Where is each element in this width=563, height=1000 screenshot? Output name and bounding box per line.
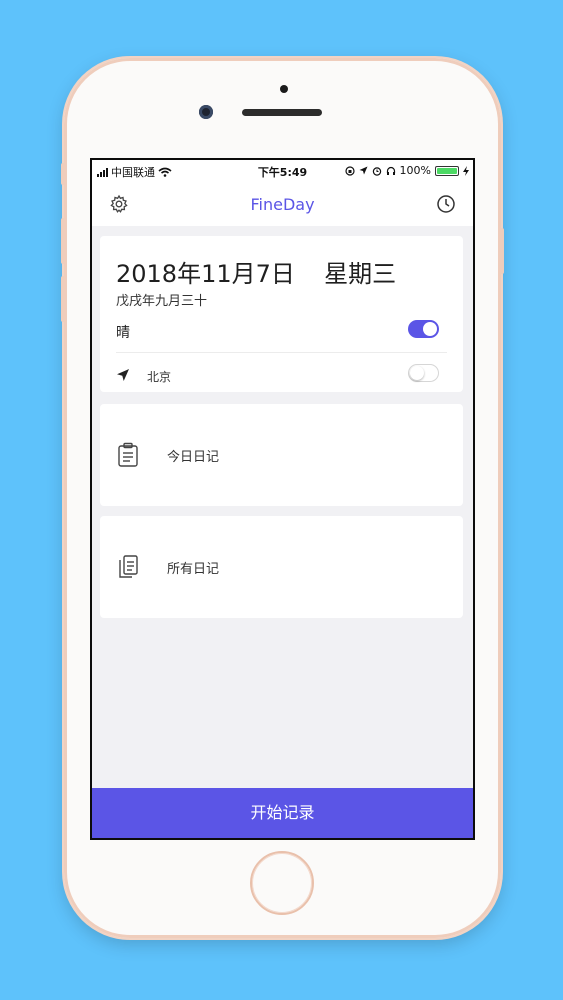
home-button[interactable] bbox=[250, 851, 314, 915]
status-bar: 中国联通 下午5:49 100% bbox=[92, 160, 473, 182]
earpiece-speaker bbox=[242, 109, 322, 116]
date-card: 2018年11月7日 星期三 戊戌年九月三十 晴 北京 bbox=[100, 236, 463, 392]
front-camera bbox=[199, 105, 213, 119]
date-label: 2018年11月7日 bbox=[116, 260, 295, 288]
lunar-date: 戊戌年九月三十 bbox=[116, 294, 208, 309]
app-screen: 中国联通 下午5:49 100% FineDay 2018年11月7日 星期三 … bbox=[90, 158, 475, 840]
start-recording-button[interactable]: 开始记录 bbox=[92, 788, 473, 838]
clock-icon[interactable] bbox=[436, 194, 456, 214]
mute-switch bbox=[61, 163, 65, 185]
headphones-icon bbox=[386, 166, 395, 175]
power-button bbox=[500, 228, 504, 274]
location-arrow-icon bbox=[359, 166, 368, 175]
date-heading: 2018年11月7日 星期三 bbox=[116, 254, 396, 289]
location-arrow-icon bbox=[117, 369, 129, 381]
proximity-sensor bbox=[280, 85, 288, 93]
documents-icon bbox=[119, 555, 138, 578]
weather-toggle[interactable] bbox=[408, 320, 439, 338]
location-label: 北京 bbox=[147, 370, 172, 384]
charging-bolt-icon bbox=[463, 165, 469, 176]
location-toggle[interactable] bbox=[408, 364, 439, 382]
app-title: FineDay bbox=[250, 195, 315, 214]
alarm-icon bbox=[372, 166, 381, 176]
battery-percent: 100% bbox=[399, 164, 431, 177]
today-diary-row[interactable]: 今日日记 bbox=[100, 404, 463, 506]
battery-icon bbox=[435, 165, 459, 176]
volume-down-button bbox=[61, 276, 65, 322]
weather-label: 晴 bbox=[116, 325, 130, 341]
clipboard-icon bbox=[118, 442, 138, 467]
today-diary-label: 今日日记 bbox=[167, 450, 220, 465]
divider bbox=[116, 352, 447, 353]
all-diaries-row[interactable]: 所有日记 bbox=[100, 516, 463, 618]
navigation-bar: FineDay bbox=[92, 182, 473, 226]
volume-up-button bbox=[61, 218, 65, 264]
rotation-lock-icon bbox=[344, 165, 355, 176]
all-diaries-label: 所有日记 bbox=[167, 562, 220, 577]
weekday-label: 星期三 bbox=[324, 260, 397, 288]
